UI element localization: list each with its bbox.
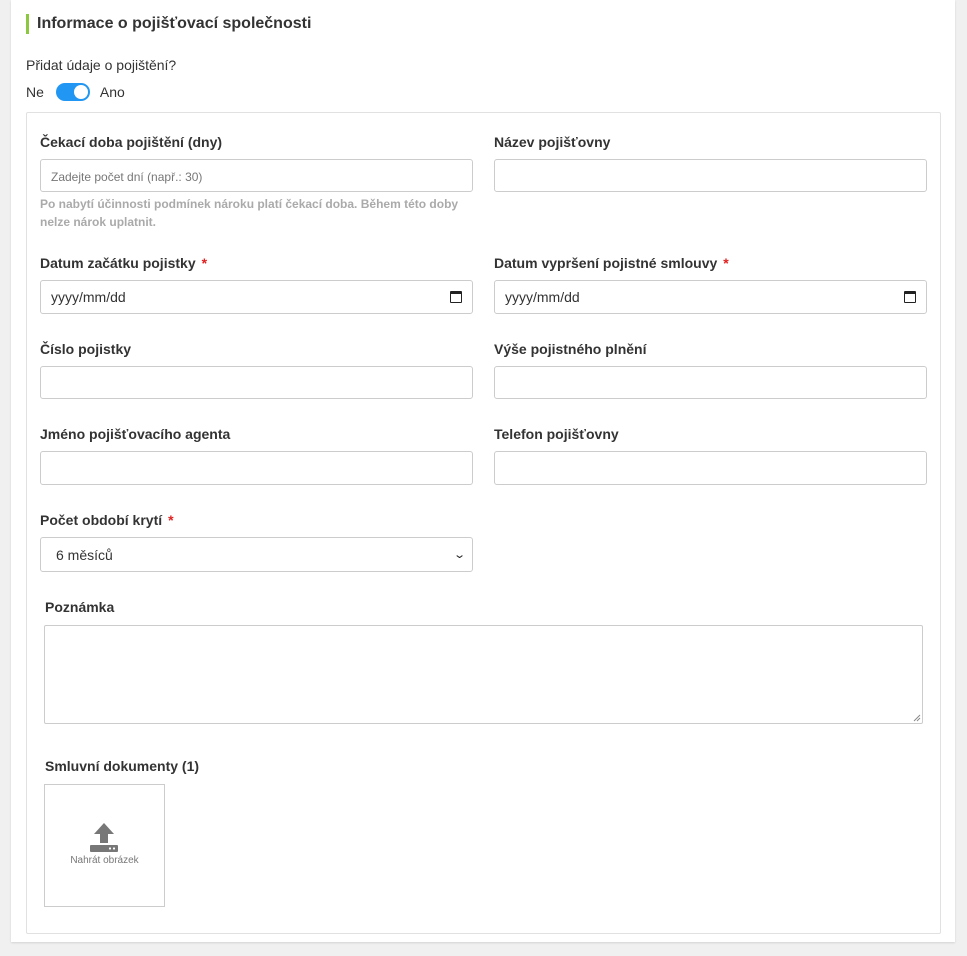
insurance-card: Informace o pojišťovací společnosti Přid…: [11, 0, 955, 942]
section-title: Informace o pojišťovací společnosti: [26, 14, 311, 34]
insurance-toggle-switch[interactable]: [55, 83, 90, 101]
calendar-icon[interactable]: [450, 291, 462, 303]
agent-name-label: Jméno pojišťovacího agenta: [40, 426, 231, 442]
note-label: Poznámka: [45, 599, 115, 615]
required-marker: *: [201, 255, 208, 271]
policy-number-input[interactable]: [40, 366, 473, 399]
coverage-periods-select[interactable]: 6 měsíců ⌄: [40, 537, 473, 572]
start-date-value: yyyy/mm/dd: [51, 289, 126, 305]
waiting-period-hint: Po nabytí účinnosti podmínek nároku plat…: [40, 197, 459, 229]
insurance-toggle-row: Ne Ano: [26, 82, 125, 102]
toggle-on-label: Ano: [99, 84, 125, 100]
insurer-name-input[interactable]: [494, 159, 927, 192]
resize-grip-icon[interactable]: [913, 714, 921, 722]
insurer-phone-input[interactable]: [494, 451, 927, 485]
benefit-amount-label: Výše pojistného plnění: [494, 341, 647, 357]
coverage-periods-label: Počet období krytí *: [40, 512, 174, 528]
insurer-name-label: Název pojišťovny: [494, 134, 611, 150]
end-date-input[interactable]: yyyy/mm/dd: [494, 280, 927, 314]
waiting-period-label: Čekací doba pojištění (dny): [40, 134, 223, 150]
end-date-value: yyyy/mm/dd: [505, 289, 580, 305]
policy-number-label: Číslo pojistky: [40, 341, 132, 357]
start-date-input[interactable]: yyyy/mm/dd: [40, 280, 473, 314]
insurance-details-panel: Čekací doba pojištění (dny) Po nabytí úč…: [26, 112, 941, 934]
upload-image-button[interactable]: Nahrát obrázek: [44, 784, 165, 907]
upload-image-label: Nahrát obrázek: [70, 855, 139, 866]
chevron-down-icon: ⌄: [452, 549, 466, 561]
start-date-label: Datum začátku pojistky *: [40, 255, 208, 271]
insurer-phone-label: Telefon pojišťovny: [494, 426, 619, 442]
benefit-amount-input[interactable]: [494, 366, 927, 399]
end-date-label: Datum vypršení pojistné smlouvy *: [494, 255, 729, 271]
agent-name-input[interactable]: [40, 451, 473, 485]
waiting-period-input[interactable]: [40, 159, 473, 192]
toggle-off-label: Ne: [26, 84, 44, 100]
calendar-icon[interactable]: [904, 291, 916, 303]
toggle-knob: [73, 85, 88, 99]
coverage-periods-selected: 6 měsíců: [56, 546, 113, 563]
required-marker: *: [723, 255, 729, 271]
documents-label: Smluvní dokumenty (1): [45, 758, 200, 774]
upload-icon: [90, 823, 118, 852]
insurance-question: Přidat údaje o pojištění?: [26, 57, 177, 73]
required-marker: *: [168, 512, 174, 528]
note-textarea[interactable]: [44, 625, 923, 724]
